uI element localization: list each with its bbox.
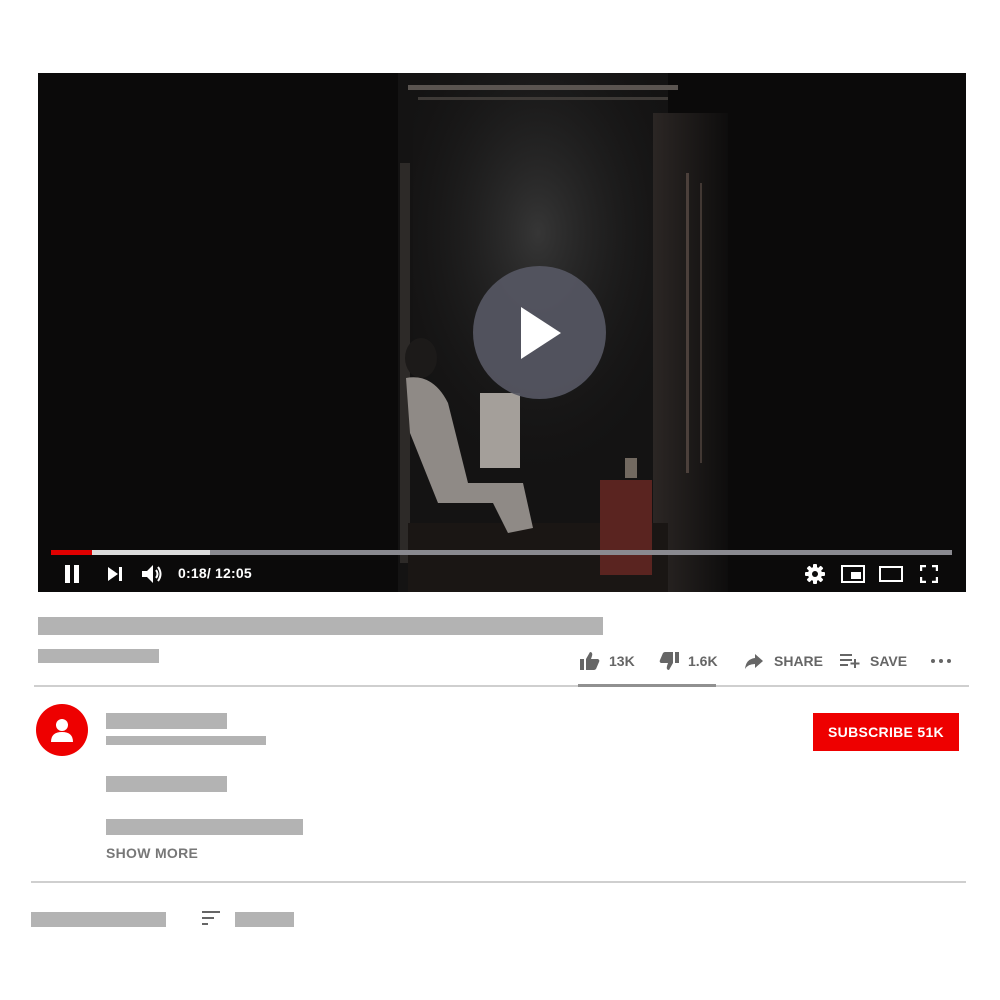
center-play-button[interactable] <box>473 266 606 399</box>
pause-button[interactable] <box>60 563 84 585</box>
sort-label-placeholder <box>235 912 294 927</box>
save-button[interactable]: SAVE <box>840 648 907 674</box>
video-title-placeholder <box>38 617 603 635</box>
next-icon <box>108 567 122 581</box>
description-line-1-placeholder <box>106 776 227 792</box>
miniplayer-button[interactable] <box>840 563 866 585</box>
share-label: SHARE <box>774 653 824 669</box>
sort-icon <box>202 911 220 925</box>
sort-button[interactable] <box>202 911 224 927</box>
thumbs-down-icon <box>659 652 679 670</box>
channel-avatar[interactable] <box>36 704 88 756</box>
save-label: SAVE <box>870 653 908 669</box>
user-avatar-icon <box>51 719 73 742</box>
more-options-icon <box>931 659 951 663</box>
dislike-count: 1.6K <box>688 653 718 669</box>
progress-bar[interactable] <box>51 550 952 555</box>
theater-mode-icon <box>879 566 903 582</box>
fullscreen-icon <box>920 565 938 583</box>
description-line-2-placeholder <box>106 819 303 835</box>
channel-name-placeholder <box>106 713 227 729</box>
comment-count-placeholder <box>31 912 166 927</box>
settings-icon <box>805 564 825 584</box>
section-divider-top <box>34 685 969 687</box>
more-options-button[interactable] <box>931 648 951 674</box>
subscribe-button[interactable]: SUBSCRIBE 51K <box>813 713 959 751</box>
add-to-playlist-icon <box>840 654 860 668</box>
volume-icon <box>142 565 162 583</box>
subscriber-count-placeholder <box>106 736 266 745</box>
share-icon <box>745 653 763 669</box>
sentiment-bar <box>578 684 716 687</box>
section-divider-bottom <box>31 881 966 883</box>
thumbs-up-icon <box>580 652 600 670</box>
pause-icon <box>65 565 79 583</box>
fullscreen-button[interactable] <box>917 563 941 585</box>
share-button[interactable]: SHARE <box>745 648 823 674</box>
show-more-link[interactable]: SHOW MORE <box>106 845 198 861</box>
time-display: 0:18/ 12:05 <box>178 565 252 581</box>
next-button[interactable] <box>103 563 127 585</box>
theater-mode-button[interactable] <box>878 563 904 585</box>
video-player[interactable]: 0:18/ 12:05 <box>38 73 966 592</box>
miniplayer-icon <box>841 565 865 583</box>
like-count: 13K <box>609 653 635 669</box>
like-button[interactable]: 13K <box>580 648 635 674</box>
dislike-button[interactable]: 1.6K <box>659 648 718 674</box>
view-count-placeholder <box>38 649 159 663</box>
play-icon <box>520 306 561 359</box>
settings-button[interactable] <box>804 563 826 585</box>
played-bar <box>51 550 93 555</box>
volume-button[interactable] <box>139 562 165 586</box>
